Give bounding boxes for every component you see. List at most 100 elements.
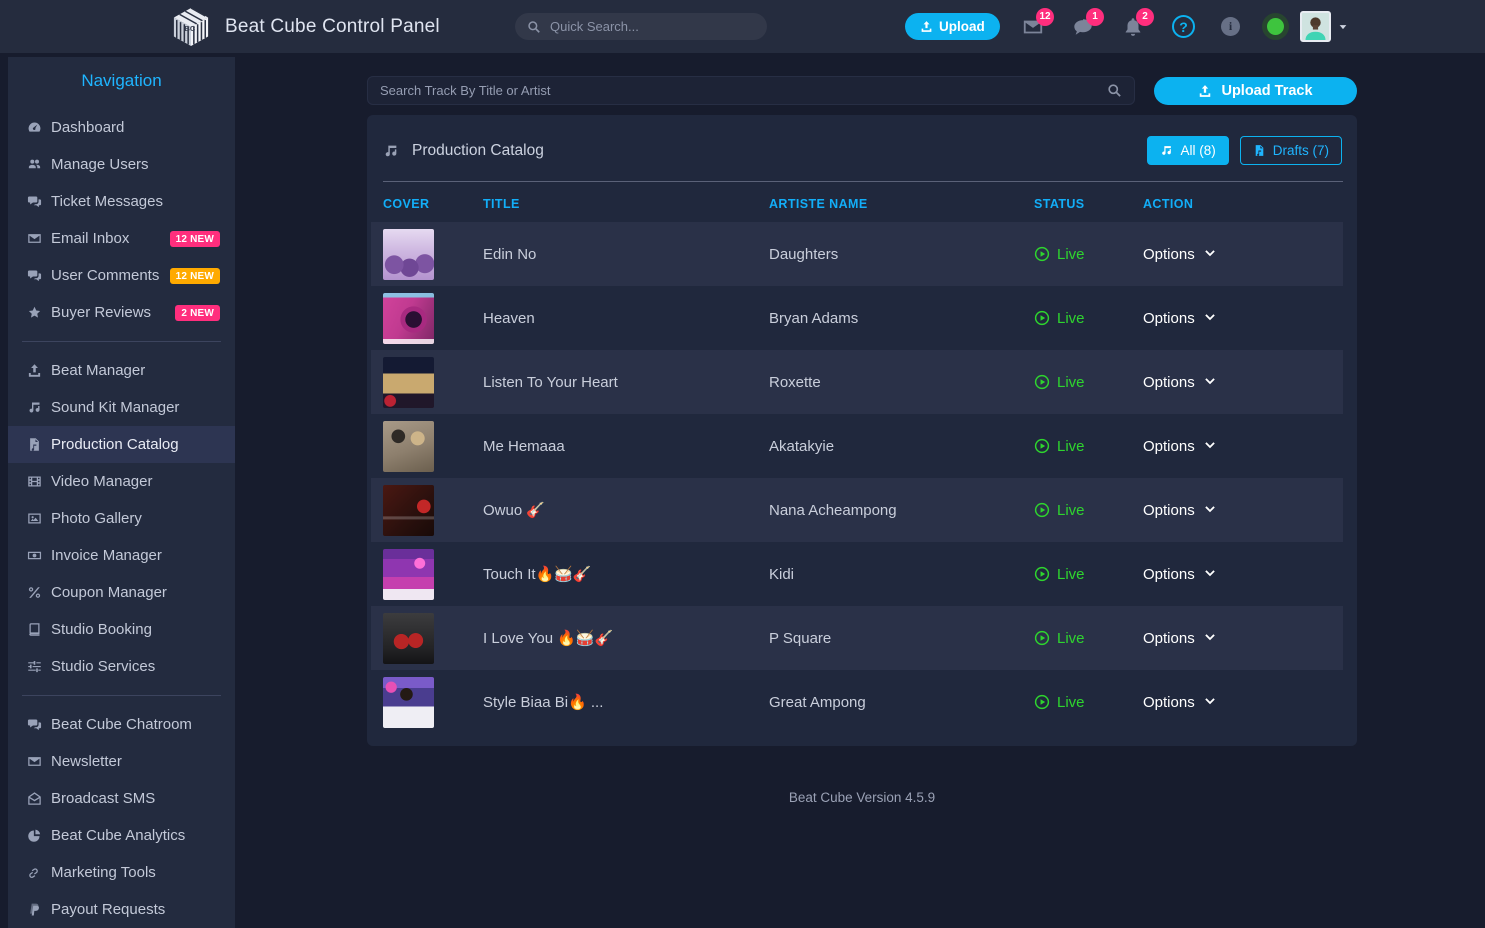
star-icon <box>27 305 51 320</box>
filter-drafts-label: Drafts (7) <box>1273 143 1329 158</box>
navbar-icon-group: 12 1 2 ? i <box>1022 0 1348 53</box>
options-dropdown[interactable]: Options <box>1143 438 1343 455</box>
album-cover[interactable] <box>383 677 434 728</box>
sidebar-item-beat-manager[interactable]: Beat Manager <box>8 352 235 389</box>
help-icon[interactable]: ? <box>1172 15 1195 38</box>
sidebar-item-photo-gallery[interactable]: Photo Gallery <box>8 500 235 537</box>
sidebar-item-dashboard[interactable]: Dashboard <box>8 109 235 146</box>
filter-drafts-button[interactable]: Drafts (7) <box>1240 136 1342 165</box>
track-title: Listen To Your Heart <box>483 350 769 414</box>
sidebar-item-label: Manage Users <box>51 156 149 173</box>
sidebar-item-beat-cube-analytics[interactable]: Beat Cube Analytics <box>8 817 235 854</box>
inbox-badge: 12 <box>1036 8 1054 26</box>
money-icon <box>27 548 51 563</box>
chevron-down-icon <box>1204 504 1216 516</box>
upload-track-button[interactable]: Upload Track <box>1154 77 1357 105</box>
sidebar-item-ticket-messages[interactable]: Ticket Messages <box>8 183 235 220</box>
chat-icon[interactable]: 1 <box>1072 16 1094 38</box>
sidebar-item-marketing-tools[interactable]: Marketing Tools <box>8 854 235 891</box>
album-cover[interactable] <box>383 229 434 280</box>
options-dropdown[interactable]: Options <box>1143 566 1343 583</box>
status-badge: Live <box>1057 566 1085 583</box>
sidebar-item-studio-services[interactable]: Studio Services <box>8 648 235 685</box>
column-header-title: TITLE <box>483 182 769 222</box>
options-dropdown[interactable]: Options <box>1143 374 1343 391</box>
sidebar-item-broadcast-sms[interactable]: Broadcast SMS <box>8 780 235 817</box>
file-audio-icon <box>1253 144 1266 157</box>
sidebar-item-beat-cube-chatroom[interactable]: Beat Cube Chatroom <box>8 706 235 743</box>
avatar[interactable] <box>1300 11 1331 42</box>
quick-search-input[interactable] <box>550 19 755 34</box>
sidebar-item-video-manager[interactable]: Video Manager <box>8 463 235 500</box>
chevron-down-icon <box>1204 312 1216 324</box>
album-cover[interactable] <box>383 613 434 664</box>
sidebar-item-payout-requests[interactable]: Payout Requests <box>8 891 235 928</box>
sidebar-header: Navigation <box>8 71 235 109</box>
comments-icon <box>27 717 51 732</box>
search-icon <box>527 20 541 34</box>
track-title: Style Biaa Bi🔥 ... <box>483 670 769 734</box>
sidebar-item-label: Sound Kit Manager <box>51 399 179 416</box>
album-cover[interactable] <box>383 485 434 536</box>
sliders-icon <box>27 659 51 674</box>
sidebar-item-label: User Comments <box>51 267 159 284</box>
column-header-cover: COVER <box>371 182 483 222</box>
sidebar-item-label: Buyer Reviews <box>51 304 151 321</box>
album-cover[interactable] <box>383 549 434 600</box>
filter-all-label: All (8) <box>1180 143 1215 158</box>
sidebar-item-sound-kit-manager[interactable]: Sound Kit Manager <box>8 389 235 426</box>
album-cover[interactable] <box>383 293 434 344</box>
notifications-bell-icon[interactable]: 2 <box>1122 16 1144 38</box>
production-catalog-card: Production Catalog All (8) Drafts (7) <box>367 115 1357 746</box>
play-circle-icon <box>1034 310 1050 326</box>
play-circle-icon <box>1034 502 1050 518</box>
sidebar-item-invoice-manager[interactable]: Invoice Manager <box>8 537 235 574</box>
sidebar-item-label: Dashboard <box>51 119 124 136</box>
sidebar-item-manage-users[interactable]: Manage Users <box>8 146 235 183</box>
album-cover[interactable] <box>383 357 434 408</box>
options-dropdown[interactable]: Options <box>1143 502 1343 519</box>
options-dropdown[interactable]: Options <box>1143 694 1343 711</box>
navbar-upload-button[interactable]: Upload <box>905 13 1000 40</box>
tracks-table: COVER TITLE ARTISTE NAME STATUS ACTION E… <box>371 182 1343 734</box>
sidebar-item-buyer-reviews[interactable]: Buyer Reviews 2 NEW <box>8 294 235 331</box>
sidebar-item-label: Ticket Messages <box>51 193 163 210</box>
filter-all-button[interactable]: All (8) <box>1147 136 1228 165</box>
sidebar-item-email-inbox[interactable]: Email Inbox 12 NEW <box>8 220 235 257</box>
inbox-icon[interactable]: 12 <box>1022 16 1044 38</box>
album-cover[interactable] <box>383 421 434 472</box>
artiste-name: Bryan Adams <box>769 286 1034 350</box>
sidebar-item-label: Beat Manager <box>51 362 145 379</box>
sidebar-item-user-comments[interactable]: User Comments 12 NEW <box>8 257 235 294</box>
track-title: Heaven <box>483 286 769 350</box>
sidebar-item-newsletter[interactable]: Newsletter <box>8 743 235 780</box>
svg-text:BC: BC <box>184 23 195 32</box>
quick-search-box[interactable] <box>515 13 767 40</box>
options-dropdown[interactable]: Options <box>1143 246 1343 263</box>
info-icon[interactable]: i <box>1221 17 1240 36</box>
options-label: Options <box>1143 566 1195 583</box>
options-label: Options <box>1143 246 1195 263</box>
options-dropdown[interactable]: Options <box>1143 310 1343 327</box>
sidebar-item-label: Invoice Manager <box>51 547 162 564</box>
sidebar-item-label: Email Inbox <box>51 230 129 247</box>
column-header-artiste: ARTISTE NAME <box>769 182 1034 222</box>
card-title: Production Catalog <box>383 142 544 160</box>
options-dropdown[interactable]: Options <box>1143 630 1343 647</box>
sidebar-item-studio-booking[interactable]: Studio Booking <box>8 611 235 648</box>
sidebar-item-production-catalog[interactable]: Production Catalog <box>8 426 235 463</box>
email-inbox-badge: 12 NEW <box>170 231 220 247</box>
chat-badge: 1 <box>1086 8 1104 26</box>
track-search-input[interactable] <box>380 83 1107 98</box>
track-title: Owuo 🎸 <box>483 478 769 542</box>
track-search-box[interactable] <box>367 76 1135 105</box>
chevron-down-icon <box>1204 248 1216 260</box>
sidebar-item-label: Video Manager <box>51 473 152 490</box>
sidebar-item-coupon-manager[interactable]: Coupon Manager <box>8 574 235 611</box>
upload-icon <box>27 363 51 378</box>
sidebar-divider <box>22 695 221 696</box>
user-menu[interactable] <box>1300 11 1348 42</box>
options-label: Options <box>1143 374 1195 391</box>
table-row: Touch It🔥🥁🎸 Kidi Live Options <box>371 542 1343 606</box>
track-title: Me Hemaaa <box>483 414 769 478</box>
